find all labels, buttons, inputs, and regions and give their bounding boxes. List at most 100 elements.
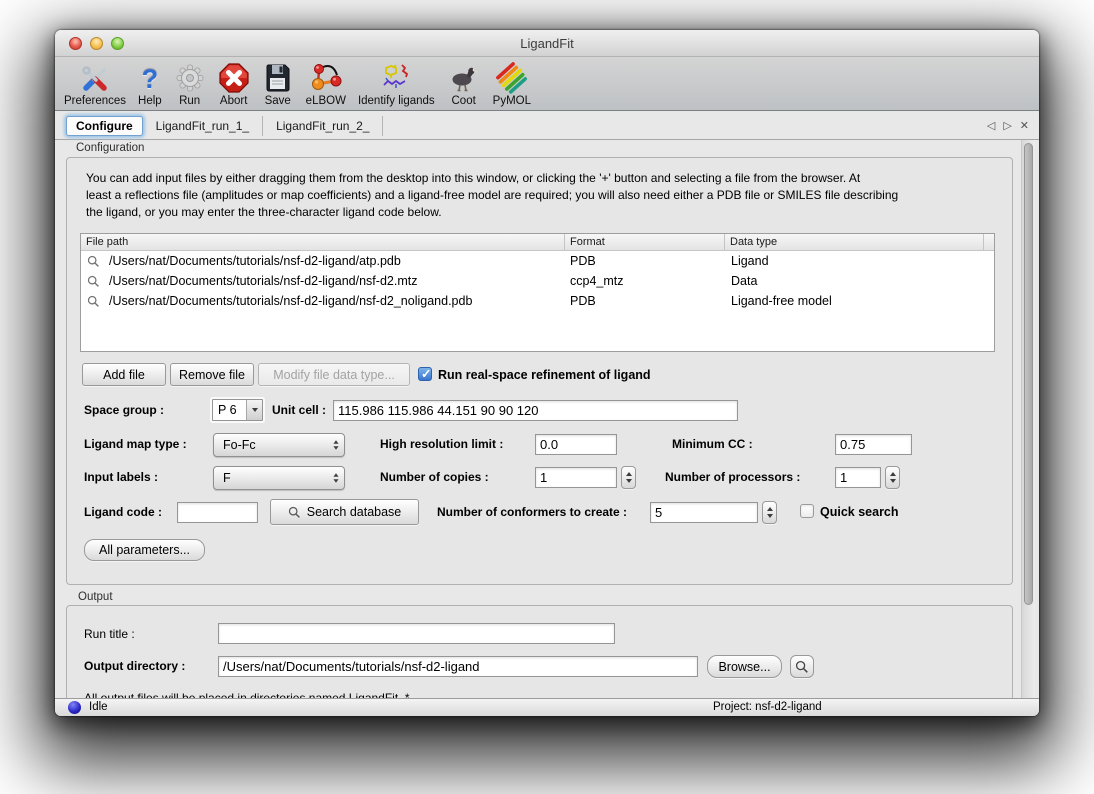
number-of-copies-label: Number of copies : <box>380 465 489 489</box>
zoom-window-button[interactable] <box>111 37 124 50</box>
magnifier-icon <box>87 255 100 268</box>
column-header-spacer <box>984 234 994 250</box>
output-directory-input[interactable] <box>218 656 698 677</box>
toolbar: Preferences ? Help Run <box>55 57 1039 111</box>
number-of-copies-spinner[interactable] <box>621 466 636 489</box>
output-group-box <box>66 605 1013 698</box>
vertical-scrollbar[interactable] <box>1021 140 1035 698</box>
high-resolution-limit-label: High resolution limit : <box>380 432 503 456</box>
output-group-label: Output <box>78 591 113 603</box>
pymol-button[interactable]: PyMOL <box>493 60 531 108</box>
data-type-cell: Data <box>725 274 984 288</box>
traffic-lights <box>69 37 124 50</box>
number-of-conformers-spinner[interactable] <box>762 501 777 524</box>
stepper-arrows-icon <box>333 434 339 456</box>
refinement-checkbox-label: Run real-space refinement of ligand <box>438 368 651 382</box>
tools-icon <box>79 60 111 94</box>
toolbar-label: Run <box>179 94 200 108</box>
ligand-map-type-popup[interactable]: Fo-Fc <box>213 433 345 457</box>
file-path-cell: /Users/nat/Documents/tutorials/nsf-d2-li… <box>109 294 472 308</box>
file-path-cell: /Users/nat/Documents/tutorials/nsf-d2-li… <box>109 254 401 268</box>
tab-scroll-left-icon[interactable]: ◁ <box>987 119 995 132</box>
space-group-value: P 6 <box>213 400 246 420</box>
project-label: Project: nsf-d2-ligand <box>713 701 822 713</box>
table-row[interactable]: /Users/nat/Documents/tutorials/nsf-d2-li… <box>81 291 994 311</box>
output-directory-search-button[interactable] <box>790 655 814 678</box>
tab-configure[interactable]: Configure <box>66 116 143 136</box>
table-row[interactable]: /Users/nat/Documents/tutorials/nsf-d2-li… <box>81 271 994 291</box>
input-labels-popup[interactable]: F <box>213 466 345 490</box>
all-parameters-button[interactable]: All parameters... <box>84 539 205 561</box>
format-cell: PDB <box>565 294 725 308</box>
tab-scroll-right-icon[interactable]: ▷ <box>1003 119 1011 132</box>
window-title: LigandFit <box>55 30 1039 57</box>
number-of-conformers-label: Number of conformers to create : <box>437 500 627 524</box>
output-note-text: All output files will be placed in direc… <box>84 691 410 698</box>
status-indicator-icon <box>68 701 81 714</box>
table-row[interactable]: /Users/nat/Documents/tutorials/nsf-d2-li… <box>81 251 994 271</box>
help-button[interactable]: ? Help <box>138 60 162 108</box>
ligands-icon <box>379 60 413 94</box>
tab-bar: Configure LigandFit_run_1_ LigandFit_run… <box>55 112 1039 140</box>
unit-cell-input[interactable] <box>333 400 738 421</box>
scrollbar-thumb[interactable] <box>1024 143 1033 605</box>
molecule-icon <box>309 60 343 94</box>
space-group-combo[interactable]: P 6 <box>212 399 263 421</box>
run-title-input[interactable] <box>218 623 615 644</box>
gear-icon <box>174 60 206 94</box>
status-text: Idle <box>89 701 108 713</box>
close-window-button[interactable] <box>69 37 82 50</box>
number-of-processors-spinner[interactable] <box>885 466 900 489</box>
input-labels-value: F <box>223 471 231 485</box>
identify-ligands-button[interactable]: Identify ligands <box>358 60 435 108</box>
stop-icon <box>218 60 250 94</box>
ligand-map-type-value: Fo-Fc <box>223 438 256 452</box>
add-file-button[interactable]: Add file <box>82 363 166 386</box>
toolbar-label: Preferences <box>64 94 126 108</box>
remove-file-button[interactable]: Remove file <box>170 363 254 386</box>
tab-close-icon[interactable]: ✕ <box>1020 119 1029 132</box>
configure-page: Configuration You can add input files by… <box>55 140 1039 698</box>
stepper-arrows-icon <box>333 467 339 489</box>
refinement-checkbox[interactable] <box>418 367 432 381</box>
number-of-processors-input[interactable] <box>835 467 881 488</box>
elbow-button[interactable]: eLBOW <box>306 60 346 108</box>
table-header: File path Format Data type <box>81 234 994 251</box>
search-database-label: Search database <box>307 505 402 519</box>
input-labels-label: Input labels : <box>84 465 158 489</box>
coot-bird-icon <box>447 60 481 94</box>
number-of-conformers-input[interactable] <box>650 502 758 523</box>
modify-file-data-type-button[interactable]: Modify file data type... <box>258 363 410 386</box>
coot-button[interactable]: Coot <box>447 60 481 108</box>
toolbar-label: Identify ligands <box>358 94 435 108</box>
ligand-code-input[interactable] <box>177 502 258 523</box>
run-button[interactable]: Run <box>174 60 206 108</box>
toolbar-label: Abort <box>220 94 248 108</box>
unit-cell-label: Unit cell : <box>272 398 326 422</box>
ligand-map-type-label: Ligand map type : <box>84 432 187 456</box>
toolbar-label: eLBOW <box>306 94 346 108</box>
magnifier-icon <box>87 275 100 288</box>
toolbar-label: Help <box>138 94 162 108</box>
minimize-window-button[interactable] <box>90 37 103 50</box>
quick-search-checkbox[interactable] <box>800 504 814 518</box>
tab-ligandfit-run-1[interactable]: LigandFit_run_1_ <box>143 116 263 136</box>
high-resolution-limit-input[interactable] <box>535 434 617 455</box>
question-mark-icon: ? <box>142 60 159 94</box>
save-button[interactable]: Save <box>262 60 294 108</box>
data-type-cell: Ligand-free model <box>725 294 984 308</box>
minimum-cc-input[interactable] <box>835 434 912 455</box>
file-path-cell: /Users/nat/Documents/tutorials/nsf-d2-li… <box>109 274 417 288</box>
configuration-group-label: Configuration <box>76 142 144 154</box>
number-of-copies-input[interactable] <box>535 467 617 488</box>
ligand-code-label: Ligand code : <box>84 500 162 524</box>
input-files-table[interactable]: File path Format Data type /Users/nat/Do… <box>80 233 995 352</box>
instructions-text: You can add input files by either draggi… <box>86 170 994 221</box>
search-icon <box>288 506 301 519</box>
browse-button[interactable]: Browse... <box>707 655 782 678</box>
search-database-button[interactable]: Search database <box>270 499 419 525</box>
tab-ligandfit-run-2[interactable]: LigandFit_run_2_ <box>263 116 383 136</box>
preferences-button[interactable]: Preferences <box>64 60 126 108</box>
chevron-down-icon <box>246 400 262 420</box>
abort-button[interactable]: Abort <box>218 60 250 108</box>
